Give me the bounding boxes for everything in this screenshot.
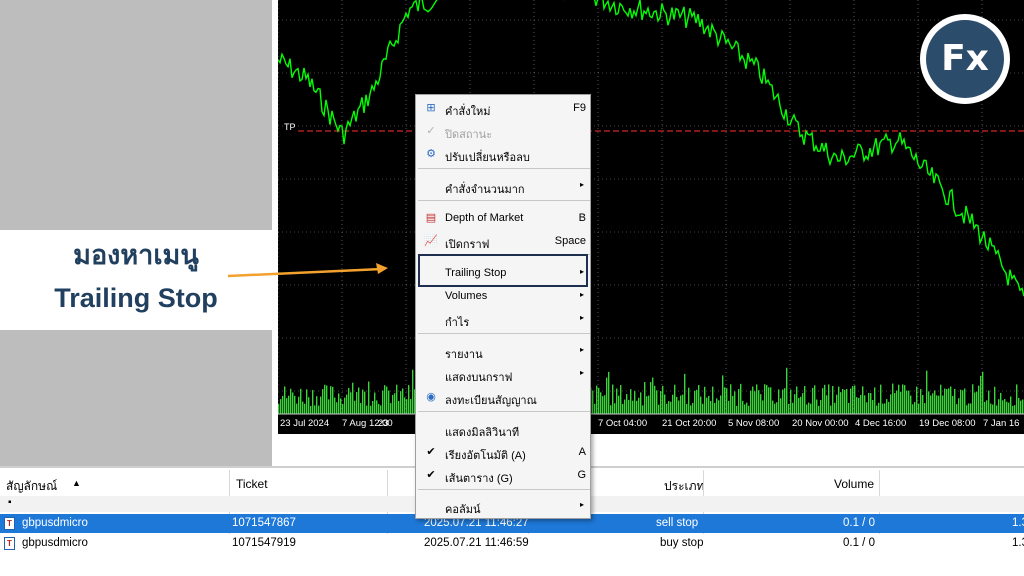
menu-item-modify[interactable]: ⚙ ปรับเปลี่ยนหรือลบ bbox=[416, 144, 592, 164]
group-marker: ▪ bbox=[8, 497, 12, 508]
menu-item-label: Depth of Market bbox=[445, 212, 524, 224]
menu-item-label: คำสั่งใหม่ bbox=[445, 106, 491, 118]
menu-item-label: แสดงบนกราฟ bbox=[445, 372, 513, 384]
menu-item-label: เปิดกราฟ bbox=[445, 239, 490, 251]
volume-bars bbox=[278, 366, 1024, 414]
submenu-arrow-icon: ▸ bbox=[579, 290, 584, 299]
menu-separator bbox=[418, 168, 590, 169]
sort-indicator-icon[interactable]: ▲ bbox=[72, 478, 81, 488]
column-header-type[interactable]: ประเภท bbox=[664, 477, 704, 496]
context-menu: ⊞ คำสั่งใหม่ F9 ✓ ปิดสถานะ ⚙ ปรับเปลี่ยน… bbox=[415, 94, 591, 519]
cell-time: 2025.07.21 11:46:59 bbox=[424, 537, 529, 549]
x-axis-tick-label: 4 Dec 16:00 bbox=[855, 418, 907, 429]
x-axis-tick-label: 5 Nov 08:00 bbox=[728, 418, 780, 429]
brand-logo: Fx bbox=[920, 14, 1010, 104]
cell-type: buy stop bbox=[660, 537, 704, 549]
cell-ticket: 1071547867 bbox=[232, 517, 296, 529]
menu-item-bulk-orders[interactable]: คำสั่งจำนวนมาก ▸ bbox=[416, 176, 592, 196]
submenu-arrow-icon: ▸ bbox=[579, 345, 584, 354]
chart-canvas bbox=[278, 0, 1024, 415]
x-axis-tick-label: 19 Dec 08:00 bbox=[919, 418, 976, 429]
menu-item-new-order[interactable]: ⊞ คำสั่งใหม่ F9 bbox=[416, 98, 592, 118]
price-line bbox=[278, 0, 1024, 297]
menu-item-shortcut: G bbox=[577, 469, 586, 481]
menu-item-shortcut: F9 bbox=[573, 102, 586, 114]
menu-item-open-chart[interactable]: 📈 เปิดกราฟ Space bbox=[416, 231, 592, 251]
trailing-stop-highlight bbox=[418, 254, 588, 287]
signal-icon: ◉ bbox=[426, 391, 436, 403]
x-axis-tick-label: 7 Oct 04:00 bbox=[598, 418, 648, 429]
cell-volume: 0.1 / 0 bbox=[843, 517, 875, 529]
check-icon: ✔ bbox=[426, 469, 436, 481]
menu-item-label: แสดงมิลลิวินาที bbox=[445, 427, 520, 439]
submenu-arrow-icon: ▸ bbox=[579, 500, 584, 509]
menu-item-subscribe-signal[interactable]: ◉ ลงทะเบียนสัญญาณ bbox=[416, 387, 592, 407]
x-axis-tick-label: 21 Oct 20:00 bbox=[662, 418, 717, 429]
cell-ticket: 1071547919 bbox=[232, 537, 296, 549]
menu-item-close-position[interactable]: ✓ ปิดสถานะ bbox=[416, 121, 592, 141]
menu-separator bbox=[418, 333, 590, 334]
gear-icon: ⚙ bbox=[426, 148, 436, 160]
tp-label: TP bbox=[284, 122, 296, 132]
depth-of-market-icon: ▤ bbox=[425, 212, 437, 224]
menu-item-label: ปรับเปลี่ยนหรือลบ bbox=[445, 152, 530, 164]
annotation-arrow bbox=[228, 263, 388, 278]
menu-item-label: Volumes bbox=[445, 290, 488, 302]
menu-item-volumes[interactable]: Volumes ▸ bbox=[416, 286, 592, 306]
x-axis: 23 Jul 2024 7 Aug 12:00 23 7 Oct 04:00 21 Oc… bbox=[278, 416, 1024, 432]
new-order-icon: ⊞ bbox=[426, 102, 436, 114]
column-header-ticket[interactable]: Ticket bbox=[236, 477, 268, 491]
x-axis-tick-label: 23 bbox=[378, 418, 389, 429]
cell-volume: 0.1 / 0 bbox=[843, 537, 875, 549]
cell-symbol: gbpusdmicro bbox=[22, 537, 88, 549]
menu-item-columns[interactable]: คอลัมน์ ▸ bbox=[416, 496, 592, 516]
check-icon: ✔ bbox=[426, 446, 436, 458]
menu-item-label: ลงทะเบียนสัญญาณ bbox=[445, 395, 537, 407]
x-axis-tick-label: 20 Nov 00:00 bbox=[792, 418, 849, 429]
menu-item-shortcut: B bbox=[578, 212, 586, 224]
chart-icon: 📈 bbox=[424, 235, 438, 247]
cell-type: sell stop bbox=[656, 517, 699, 529]
cell-price: 1.3 bbox=[1012, 537, 1024, 549]
menu-item-shortcut: Space bbox=[554, 235, 586, 247]
menu-item-label: ปิดสถานะ bbox=[445, 129, 493, 141]
menu-separator bbox=[418, 489, 590, 490]
menu-separator bbox=[418, 411, 590, 412]
menu-item-report[interactable]: รายงาน ▸ bbox=[416, 341, 592, 361]
menu-item-show-on-chart[interactable]: แสดงบนกราฟ ▸ bbox=[416, 364, 592, 384]
menu-item-grid[interactable]: ✔ เส้นตาราง (G) G bbox=[416, 465, 592, 485]
check-disabled-icon: ✓ bbox=[426, 125, 436, 137]
menu-item-label: กำไร bbox=[445, 317, 470, 329]
submenu-arrow-icon: ▸ bbox=[579, 180, 584, 189]
logo-text: Fx bbox=[926, 20, 1004, 98]
column-header-volume[interactable]: Volume bbox=[834, 477, 874, 491]
menu-item-auto-arrange[interactable]: ✔ เรียงอัตโนมัติ (A) A bbox=[416, 442, 592, 462]
menu-item-label: เส้นตาราง (G) bbox=[445, 473, 513, 485]
menu-item-label: คอลัมน์ bbox=[445, 504, 481, 516]
menu-item-shortcut: A bbox=[578, 446, 586, 458]
x-axis-tick-label: 23 Jul 2024 bbox=[280, 418, 330, 429]
pending-order-icon: T bbox=[4, 537, 15, 550]
menu-separator bbox=[418, 200, 590, 201]
menu-item-label: รายงาน bbox=[445, 349, 483, 361]
x-axis-tick-label: 7 Jan 16 bbox=[983, 418, 1020, 429]
cell-symbol: gbpusdmicro bbox=[22, 517, 88, 529]
pending-order-icon: T bbox=[4, 517, 15, 530]
menu-item-show-milliseconds[interactable]: แสดงมิลลิวินาที bbox=[416, 419, 592, 439]
menu-item-label: เรียงอัตโนมัติ (A) bbox=[445, 450, 526, 462]
price-chart[interactable] bbox=[278, 0, 1024, 434]
menu-item-depth-of-market[interactable]: ▤ Depth of Market B bbox=[416, 208, 592, 228]
menu-item-label: คำสั่งจำนวนมาก bbox=[445, 184, 525, 196]
cell-price: 1.3 bbox=[1012, 517, 1024, 529]
column-header-symbol[interactable]: สัญลักษณ์ bbox=[6, 477, 57, 496]
submenu-arrow-icon: ▸ bbox=[579, 368, 584, 377]
submenu-arrow-icon: ▸ bbox=[579, 313, 584, 322]
annotation-subtitle: Trailing Stop bbox=[54, 283, 218, 313]
table-row[interactable]: T gbpusdmicro 1071547919 2025.07.21 11:4… bbox=[0, 534, 1024, 553]
menu-item-profit[interactable]: กำไร ▸ bbox=[416, 309, 592, 329]
